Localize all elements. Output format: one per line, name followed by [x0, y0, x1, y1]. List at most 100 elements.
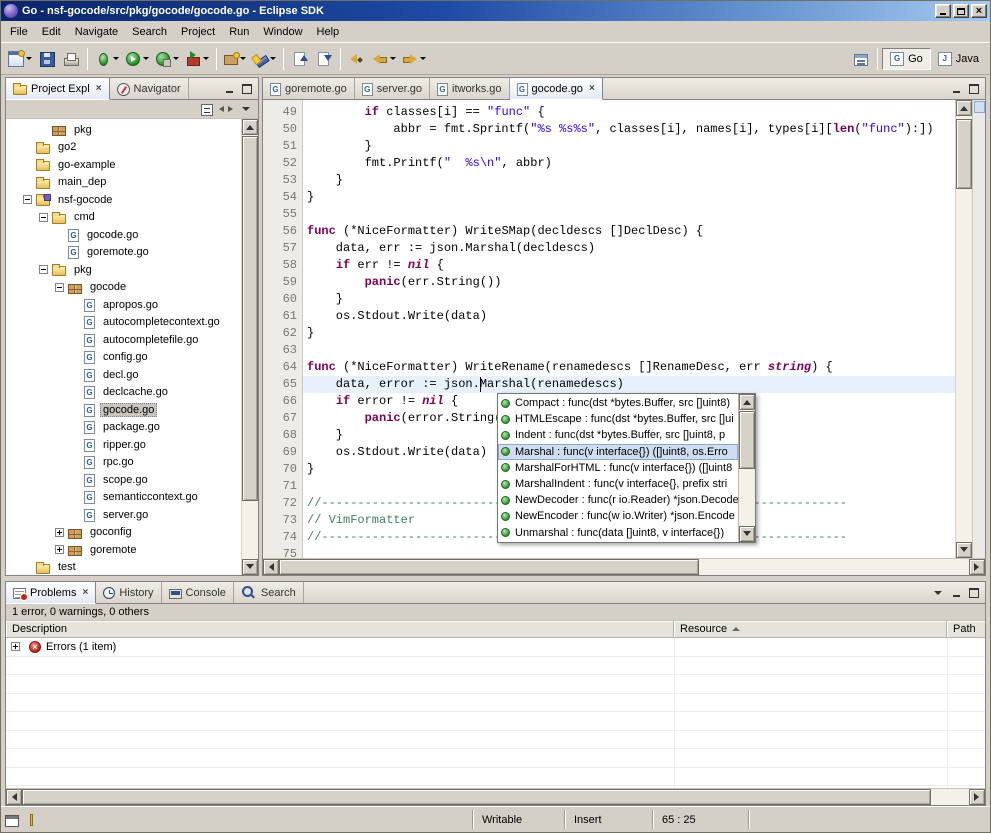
line-number-70[interactable]: 70 [263, 461, 297, 478]
collapse-icon[interactable] [39, 265, 48, 274]
external-tools-button[interactable] [182, 46, 212, 72]
tree-item-23-goconfig[interactable]: goconfig [6, 524, 241, 542]
editor-scroll-right-button[interactable] [969, 559, 985, 575]
line-number-52[interactable]: 52 [263, 155, 297, 172]
line-number-62[interactable]: 62 [263, 325, 297, 342]
view-menu-icon[interactable] [239, 103, 253, 115]
menu-help[interactable]: Help [310, 23, 347, 41]
tree-item-0-pkg[interactable]: pkg [6, 121, 241, 139]
maximize-button[interactable] [953, 4, 969, 18]
tree-vertical-scrollbar[interactable] [241, 119, 258, 575]
line-number-59[interactable]: 59 [263, 274, 297, 291]
tree-scroll-down-button[interactable] [242, 559, 258, 575]
maximize-view-icon[interactable] [967, 587, 981, 599]
line-number-57[interactable]: 57 [263, 240, 297, 257]
menu-edit[interactable]: Edit [35, 23, 68, 41]
close-tab-icon[interactable]: × [589, 84, 595, 94]
tree-item-24-goremote[interactable]: goremote [6, 541, 241, 559]
editor-tab-gocode-go[interactable]: gocode.go× [510, 78, 603, 100]
tree-scroll-up-button[interactable] [242, 119, 258, 135]
tree-scroll-track[interactable] [242, 135, 258, 559]
close-tab-icon[interactable]: × [82, 588, 88, 598]
search-flashlight-button[interactable] [249, 46, 279, 72]
perspective-java-button[interactable]: Java [931, 49, 986, 69]
editor-tab-goremote-go[interactable]: goremote.go [263, 78, 355, 99]
assist-scroll-thumb[interactable] [739, 411, 755, 469]
line-number-55[interactable]: 55 [263, 206, 297, 223]
tree-item-25-test[interactable]: test [6, 559, 241, 576]
line-number-60[interactable]: 60 [263, 291, 297, 308]
line-number-56[interactable]: 56 [263, 223, 297, 240]
editor-tab-itworks-go[interactable]: itworks.go [430, 78, 510, 99]
line-number-73[interactable]: 73 [263, 512, 297, 529]
collapse-all-icon[interactable] [201, 104, 213, 116]
expand-icon[interactable] [55, 545, 64, 554]
tree-item-21-semanticcontext-go[interactable]: semanticcontext.go [6, 489, 241, 507]
line-number-75[interactable]: 75 [263, 546, 297, 558]
tree-item-12-autocompletefile-go[interactable]: autocompletefile.go [6, 331, 241, 349]
line-number-74[interactable]: 74 [263, 529, 297, 546]
maximize-view-icon[interactable] [240, 83, 254, 95]
line-number-69[interactable]: 69 [263, 444, 297, 461]
menu-project[interactable]: Project [174, 23, 222, 41]
column-header-resource[interactable]: Resource [674, 621, 947, 637]
overview-ruler[interactable] [972, 100, 985, 558]
tree-item-14-decl-go[interactable]: decl.go [6, 366, 241, 384]
tree-item-11-autocompletecontext-go[interactable]: autocompletecontext.go [6, 314, 241, 332]
line-number-71[interactable]: 71 [263, 478, 297, 495]
expand-icon[interactable] [11, 642, 20, 651]
view-tab-search[interactable]: Search [234, 582, 304, 603]
view-tab-project-expl[interactable]: Project Expl× [6, 78, 110, 100]
completion-item-marshalindent[interactable]: MarshalIndent : func(v interface{}, pref… [498, 476, 738, 492]
perspective-go-button[interactable]: Go [882, 48, 931, 70]
assist-scrollbar[interactable] [738, 394, 755, 542]
collapse-icon[interactable] [39, 213, 48, 222]
column-header-path[interactable]: Path [947, 621, 985, 637]
editor-scroll-up-button[interactable] [956, 100, 972, 116]
view-tab-navigator[interactable]: Navigator [110, 78, 189, 99]
close-tab-icon[interactable]: × [96, 84, 102, 94]
line-number-64[interactable]: 64 [263, 359, 297, 376]
print-button[interactable] [59, 46, 83, 72]
prev-annotation-button[interactable] [288, 46, 312, 72]
new-wizard-button[interactable] [5, 46, 35, 72]
tree-item-22-server-go[interactable]: server.go [6, 506, 241, 524]
assist-scroll-up-button[interactable] [739, 394, 755, 410]
tree-item-9-gocode[interactable]: gocode [6, 279, 241, 297]
tree-item-10-apropos-go[interactable]: apropos.go [6, 296, 241, 314]
link-with-editor-icon[interactable] [218, 101, 234, 117]
view-tab-history[interactable]: History [96, 582, 161, 603]
pencil-icon[interactable] [30, 814, 33, 826]
maximize-view-icon[interactable] [967, 83, 981, 95]
collapse-icon[interactable] [55, 283, 64, 292]
open-perspective-button[interactable] [849, 46, 873, 72]
run-config-button[interactable] [152, 46, 182, 72]
assist-scroll-track[interactable] [739, 410, 755, 526]
menu-file[interactable]: File [3, 23, 35, 41]
completion-item-newencoder[interactable]: NewEncoder : func(w io.Writer) *json.Enc… [498, 508, 738, 524]
tree-item-16-gocode-go[interactable]: gocode.go [6, 401, 241, 419]
view-menu-view-icon[interactable] [931, 587, 945, 599]
tree-item-19-rpc-go[interactable]: rpc.go [6, 454, 241, 472]
fast-view-icon[interactable] [5, 815, 19, 827]
problems-scroll-right-button[interactable] [969, 789, 985, 805]
problems-hscroll-track[interactable] [22, 789, 969, 805]
problems-scroll-left-button[interactable] [6, 789, 22, 805]
new-go-element-button[interactable] [221, 46, 249, 72]
menu-run[interactable]: Run [222, 23, 256, 41]
view-tab-problems[interactable]: Problems× [6, 582, 96, 604]
line-number-51[interactable]: 51 [263, 138, 297, 155]
tree-item-4-nsf-gocode[interactable]: nsf-gocode [6, 191, 241, 209]
line-number-72[interactable]: 72 [263, 495, 297, 512]
tree-item-17-package-go[interactable]: package.go [6, 419, 241, 437]
last-edit-location-button[interactable] [345, 46, 369, 72]
tree-item-15-declcache-go[interactable]: declcache.go [6, 384, 241, 402]
line-number-65[interactable]: 65 [263, 376, 297, 393]
line-number-53[interactable]: 53 [263, 172, 297, 189]
run-button[interactable] [122, 46, 152, 72]
close-button[interactable]: × [971, 4, 987, 18]
forward-button[interactable] [399, 46, 429, 72]
tree-item-2-go-example[interactable]: go-example [6, 156, 241, 174]
tree-item-7-goremote-go[interactable]: goremote.go [6, 244, 241, 262]
tree-item-6-gocode-go[interactable]: gocode.go [6, 226, 241, 244]
